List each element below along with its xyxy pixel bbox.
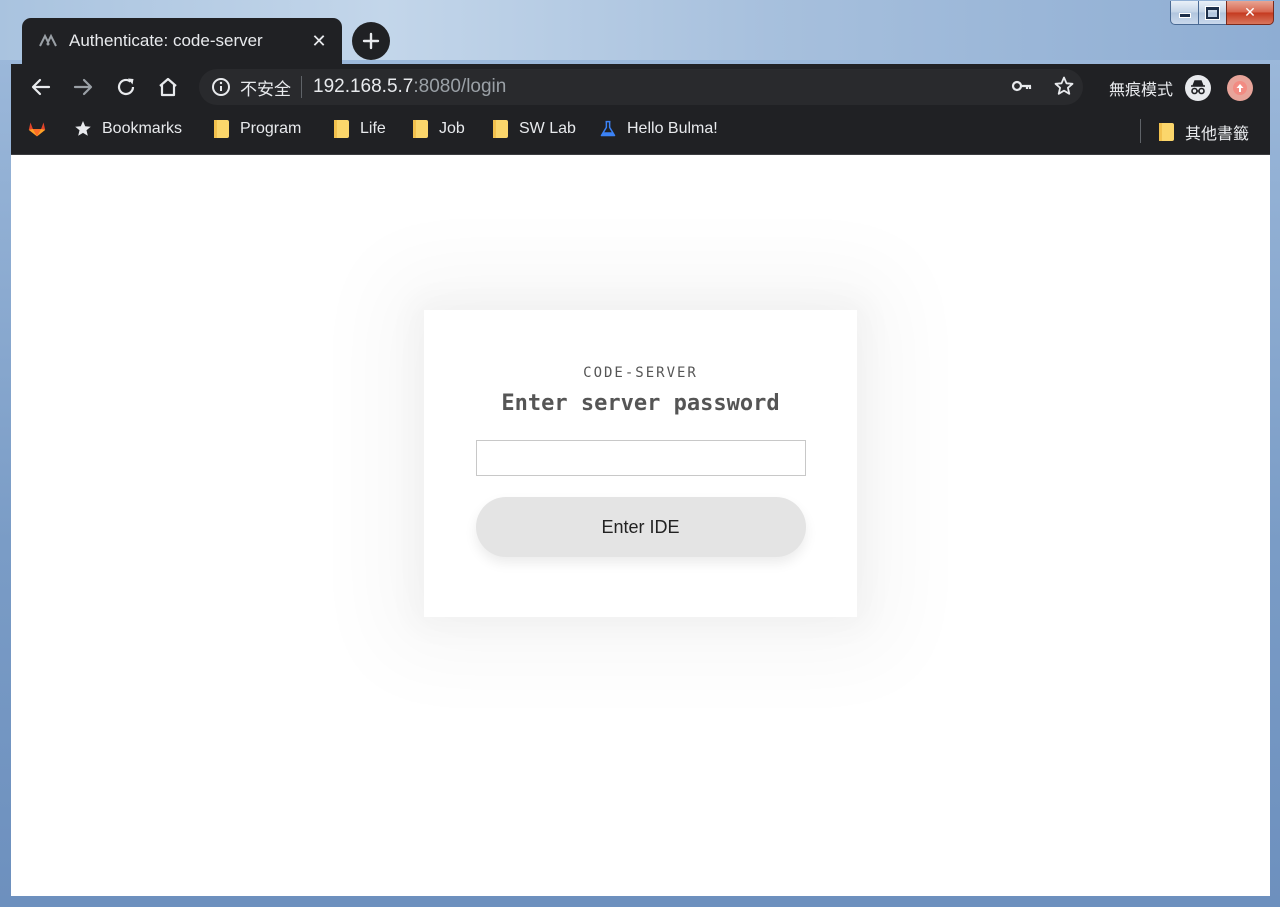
- password-input[interactable]: [475, 440, 806, 476]
- plus-icon: [362, 32, 380, 50]
- bookmark-hello-bulma[interactable]: Hello Bulma!: [599, 120, 718, 138]
- home-button[interactable]: [156, 75, 180, 99]
- tab-close-icon[interactable]: ✕: [309, 31, 329, 51]
- bookmark-other[interactable]: 其他書籤: [1157, 120, 1249, 144]
- browser-toolbar: 不安全 192.168.5.7:8080/login 無痕模式: [11, 64, 1270, 110]
- folder-icon: [332, 120, 350, 138]
- login-card: CODE-SERVER Enter server password Enter …: [424, 310, 857, 617]
- folder-icon: [411, 120, 429, 138]
- home-icon: [159, 77, 177, 97]
- bookmark-label: Hello Bulma!: [627, 120, 718, 137]
- close-icon: ✕: [1244, 4, 1256, 21]
- window-bottom-border: [0, 896, 1280, 907]
- bookmark-gitlab[interactable]: [28, 120, 56, 138]
- tab-title: Authenticate: code-server: [69, 31, 263, 50]
- omnibox-actions: [1011, 75, 1075, 102]
- reload-icon: [117, 78, 135, 96]
- star-bookmark-icon[interactable]: [1053, 75, 1075, 102]
- enter-ide-button[interactable]: Enter IDE: [475, 497, 806, 557]
- active-tab[interactable]: Authenticate: code-server ✕: [22, 18, 342, 64]
- incognito-indicator[interactable]: 無痕模式: [1109, 75, 1212, 101]
- flask-icon: [599, 120, 617, 138]
- forward-button[interactable]: [71, 75, 95, 99]
- minimize-icon: [1178, 13, 1191, 18]
- key-icon[interactable]: [1011, 75, 1033, 102]
- incognito-label: 無痕模式: [1109, 82, 1174, 99]
- url-text[interactable]: 192.168.5.7:8080/login: [313, 76, 506, 98]
- bookmark-program[interactable]: Program: [212, 120, 301, 138]
- arrow-right-icon: [73, 78, 93, 96]
- bookmark-label: Program: [240, 120, 302, 137]
- arrow-left-icon: [31, 78, 51, 96]
- update-icon[interactable]: [1227, 75, 1253, 101]
- bookmark-label: Bookmarks: [102, 120, 183, 137]
- folder-icon: [212, 120, 230, 138]
- card-subtitle: Enter server password: [501, 391, 780, 416]
- bookmark-bookmarks[interactable]: Bookmarks: [74, 120, 182, 138]
- page-content: CODE-SERVER Enter server password Enter …: [11, 155, 1270, 896]
- reload-button[interactable]: [114, 75, 138, 99]
- bookmark-life[interactable]: Life: [332, 120, 386, 138]
- gitlab-icon: [28, 120, 46, 138]
- bookmark-job[interactable]: Job: [411, 120, 465, 138]
- bookmarks-divider: [1140, 119, 1141, 143]
- bookmarks-bar: Bookmarks Program Life Job SW Lab Hello …: [11, 110, 1270, 155]
- maximize-icon: [1206, 6, 1219, 19]
- star-icon: [74, 120, 92, 138]
- close-window-button[interactable]: ✕: [1226, 1, 1274, 25]
- code-server-icon: [37, 30, 59, 52]
- card-header: CODE-SERVER: [583, 365, 698, 381]
- window-controls: ✕: [1170, 1, 1274, 25]
- address-bar[interactable]: 不安全 192.168.5.7:8080/login: [199, 69, 1083, 105]
- url-host: 192.168.5.7: [313, 76, 414, 97]
- maximize-button[interactable]: [1198, 1, 1226, 25]
- bookmark-label: Life: [360, 120, 386, 137]
- folder-icon: [1157, 123, 1175, 141]
- bookmark-label: 其他書籤: [1185, 126, 1250, 143]
- bookmark-label: Job: [439, 120, 465, 137]
- back-button[interactable]: [29, 75, 53, 99]
- bookmark-label: SW Lab: [519, 120, 576, 137]
- incognito-icon: [1185, 75, 1212, 101]
- folder-icon: [491, 120, 509, 138]
- site-info-button[interactable]: 不安全: [211, 75, 291, 100]
- new-tab-button[interactable]: [352, 22, 390, 60]
- info-icon: [212, 78, 230, 96]
- minimize-button[interactable]: [1170, 1, 1198, 25]
- address-divider: [301, 76, 302, 98]
- security-label: 不安全: [240, 79, 291, 99]
- bookmark-sw-lab[interactable]: SW Lab: [491, 120, 576, 138]
- url-path: :8080/login: [413, 76, 507, 97]
